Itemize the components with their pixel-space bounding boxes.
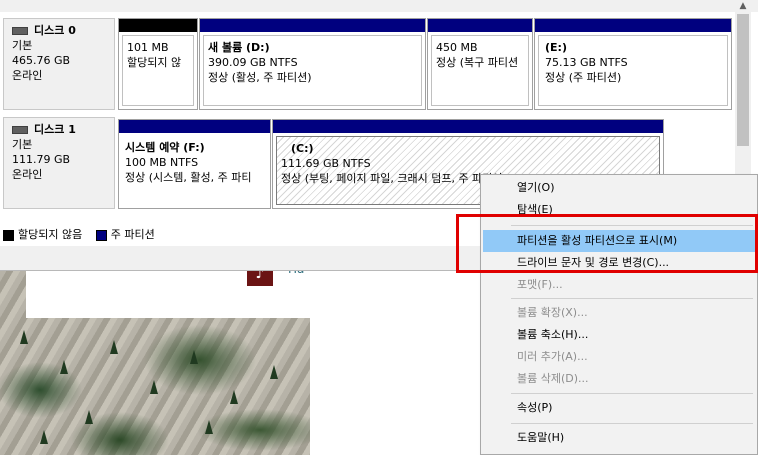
tree-decoration	[110, 340, 118, 354]
partition-detail: 정상 (주 파티션)	[545, 71, 622, 84]
partition-detail: 정상 (활성, 주 파티션)	[208, 71, 312, 84]
menu-item-format[interactable]: 포맷(F)...	[483, 274, 755, 296]
partition-body: 101 MB 할당되지 않	[122, 35, 194, 106]
highlight-annotation-box	[456, 214, 758, 273]
partition-body: 450 MB 정상 (복구 파티션	[431, 35, 529, 106]
partition-unallocated[interactable]: 101 MB 할당되지 않	[118, 18, 198, 110]
partition-size: 111.69 GB NTFS	[281, 157, 371, 170]
scroll-thumb[interactable]	[737, 14, 749, 146]
menu-item-delete-volume[interactable]: 볼륨 삭제(D)...	[483, 368, 755, 390]
partition-title: 시스템 예약 (F:)	[125, 141, 205, 154]
partition-body: 시스템 예약 (F:) 100 MB NTFS 정상 (시스템, 활성, 주 파…	[121, 136, 267, 205]
disk-type: 기본	[12, 39, 33, 52]
partition-body: 새 볼륨 (D:) 390.09 GB NTFS 정상 (활성, 주 파티션)	[203, 35, 422, 106]
menu-separator	[511, 393, 753, 394]
partition-header	[200, 19, 425, 32]
tree-decoration	[85, 410, 93, 424]
partition-system-reserved[interactable]: 시스템 예약 (F:) 100 MB NTFS 정상 (시스템, 활성, 주 파…	[118, 119, 271, 209]
menu-item-extend-volume[interactable]: 볼륨 확장(X)...	[483, 302, 755, 324]
disk-status: 온라인	[12, 69, 43, 82]
partition-header	[428, 19, 532, 32]
tree-decoration	[60, 360, 68, 374]
partition-size: 75.13 GB NTFS	[545, 56, 628, 69]
partition-detail: 정상 (복구 파티션	[436, 56, 519, 69]
menu-item-open[interactable]: 열기(O)	[483, 177, 755, 199]
partition-size: 101 MB	[127, 41, 169, 54]
partition-recovery[interactable]: 450 MB 정상 (복구 파티션	[427, 18, 533, 110]
disk-size: 465.76 GB	[12, 54, 71, 67]
tree-decoration	[270, 365, 278, 379]
legend-swatch-unallocated	[3, 229, 14, 241]
disk-name: 디스크 1	[34, 123, 76, 136]
partition-size: 100 MB NTFS	[125, 156, 199, 169]
partition-size: 450 MB	[436, 41, 478, 54]
disk-0-label[interactable]: 디스크 0 기본 465.76 GB 온라인	[3, 18, 115, 110]
tree-decoration	[230, 390, 238, 404]
partition-size: 390.09 GB NTFS	[208, 56, 298, 69]
disk-size: 111.79 GB	[12, 153, 71, 166]
legend: 할당되지 않음 주 파티션	[3, 226, 165, 244]
partition-title: 새 볼륨 (D:)	[208, 41, 270, 54]
tree-decoration	[190, 350, 198, 364]
disk-status: 온라인	[12, 168, 43, 181]
menu-separator	[511, 423, 753, 424]
partition-header	[535, 19, 731, 32]
legend-swatch-primary	[95, 229, 107, 241]
menu-separator	[511, 298, 753, 299]
disk-1-label[interactable]: 디스크 1 기본 111.79 GB 온라인	[3, 117, 115, 209]
legend-label: 주 파티션	[110, 228, 155, 241]
disk-icon	[12, 126, 28, 134]
partition-d[interactable]: 새 볼륨 (D:) 390.09 GB NTFS 정상 (활성, 주 파티션)	[199, 18, 426, 110]
scroll-up-icon[interactable]: ▲	[737, 0, 749, 12]
partition-title: (C:)	[291, 142, 314, 155]
tree-decoration	[205, 420, 213, 434]
partition-detail: 정상 (시스템, 활성, 주 파티	[125, 171, 252, 184]
disk-type: 기본	[12, 138, 33, 151]
tree-decoration	[20, 330, 28, 344]
legend-label: 할당되지 않음	[18, 228, 83, 241]
partition-title: (E:)	[545, 41, 567, 54]
partition-header	[119, 19, 197, 32]
menu-item-shrink-volume[interactable]: 볼륨 축소(H)...	[483, 324, 755, 346]
partition-header	[119, 120, 270, 133]
partition-body: (E:) 75.13 GB NTFS 정상 (주 파티션)	[538, 35, 728, 106]
menu-item-properties[interactable]: 속성(P)	[483, 397, 755, 419]
partition-e[interactable]: (E:) 75.13 GB NTFS 정상 (주 파티션)	[534, 18, 732, 110]
partition-header	[273, 120, 663, 133]
tree-decoration	[40, 430, 48, 444]
partition-detail: 할당되지 않	[127, 56, 182, 69]
disk-icon	[12, 27, 28, 35]
disk-name: 디스크 0	[34, 24, 76, 37]
menu-item-help[interactable]: 도움말(H)	[483, 427, 755, 449]
top-bar	[0, 0, 758, 12]
menu-item-add-mirror[interactable]: 미러 추가(A)...	[483, 346, 755, 368]
tree-decoration	[150, 380, 158, 394]
